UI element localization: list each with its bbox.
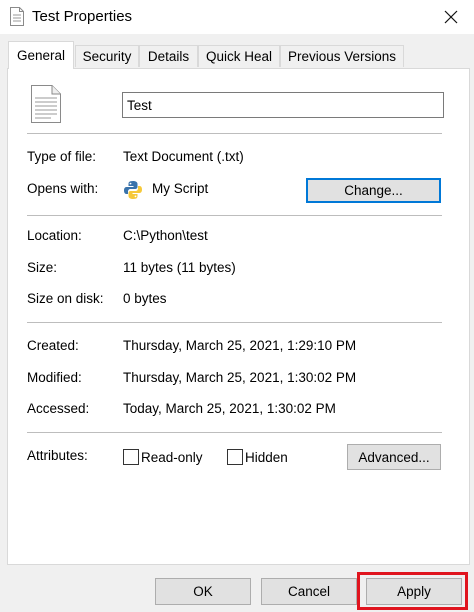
tab-quick-heal[interactable]: Quick Heal	[198, 45, 280, 67]
created-value: Thursday, March 25, 2021, 1:29:10 PM	[123, 338, 357, 353]
tab-security[interactable]: Security	[75, 45, 139, 67]
close-icon	[444, 10, 458, 24]
tab-general[interactable]: General	[8, 41, 74, 69]
location-label: Location:	[27, 228, 82, 243]
file-name-input[interactable]	[122, 92, 444, 118]
size-label: Size:	[27, 260, 58, 275]
readonly-label: Read-only	[141, 450, 203, 465]
python-icon	[124, 181, 142, 199]
change-button[interactable]: Change...	[306, 178, 441, 203]
separator	[27, 322, 442, 323]
opens-with-value: My Script	[152, 181, 209, 196]
ok-button[interactable]: OK	[155, 578, 251, 605]
apply-highlight-box	[357, 572, 468, 610]
advanced-button[interactable]: Advanced...	[347, 444, 441, 470]
general-panel	[7, 68, 470, 565]
title-bar: Test Properties	[0, 0, 474, 34]
attributes-label: Attributes:	[27, 448, 88, 463]
close-button[interactable]	[428, 0, 474, 34]
size-value: 11 bytes (11 bytes)	[123, 260, 236, 275]
hidden-label: Hidden	[245, 450, 288, 465]
tab-details[interactable]: Details	[139, 45, 198, 67]
modified-value: Thursday, March 25, 2021, 1:30:02 PM	[123, 370, 357, 385]
cancel-button[interactable]: Cancel	[261, 578, 357, 605]
opens-with-label: Opens with:	[27, 181, 99, 196]
separator	[27, 133, 442, 134]
readonly-checkbox[interactable]	[123, 449, 139, 465]
created-label: Created:	[27, 338, 79, 353]
size-on-disk-value: 0 bytes	[123, 291, 167, 306]
separator	[27, 215, 442, 216]
separator	[27, 432, 442, 433]
accessed-label: Accessed:	[27, 401, 90, 416]
type-value: Text Document (.txt)	[123, 149, 244, 164]
location-value: C:\Python\test	[123, 228, 208, 243]
accessed-value: Today, March 25, 2021, 1:30:02 PM	[123, 401, 336, 416]
modified-label: Modified:	[27, 370, 82, 385]
text-document-icon	[31, 85, 61, 123]
size-on-disk-label: Size on disk:	[27, 291, 104, 306]
hidden-checkbox[interactable]	[227, 449, 243, 465]
type-label: Type of file:	[27, 149, 97, 164]
tab-previous-versions[interactable]: Previous Versions	[280, 45, 404, 67]
document-icon	[10, 7, 24, 26]
window-title: Test Properties	[32, 8, 133, 25]
